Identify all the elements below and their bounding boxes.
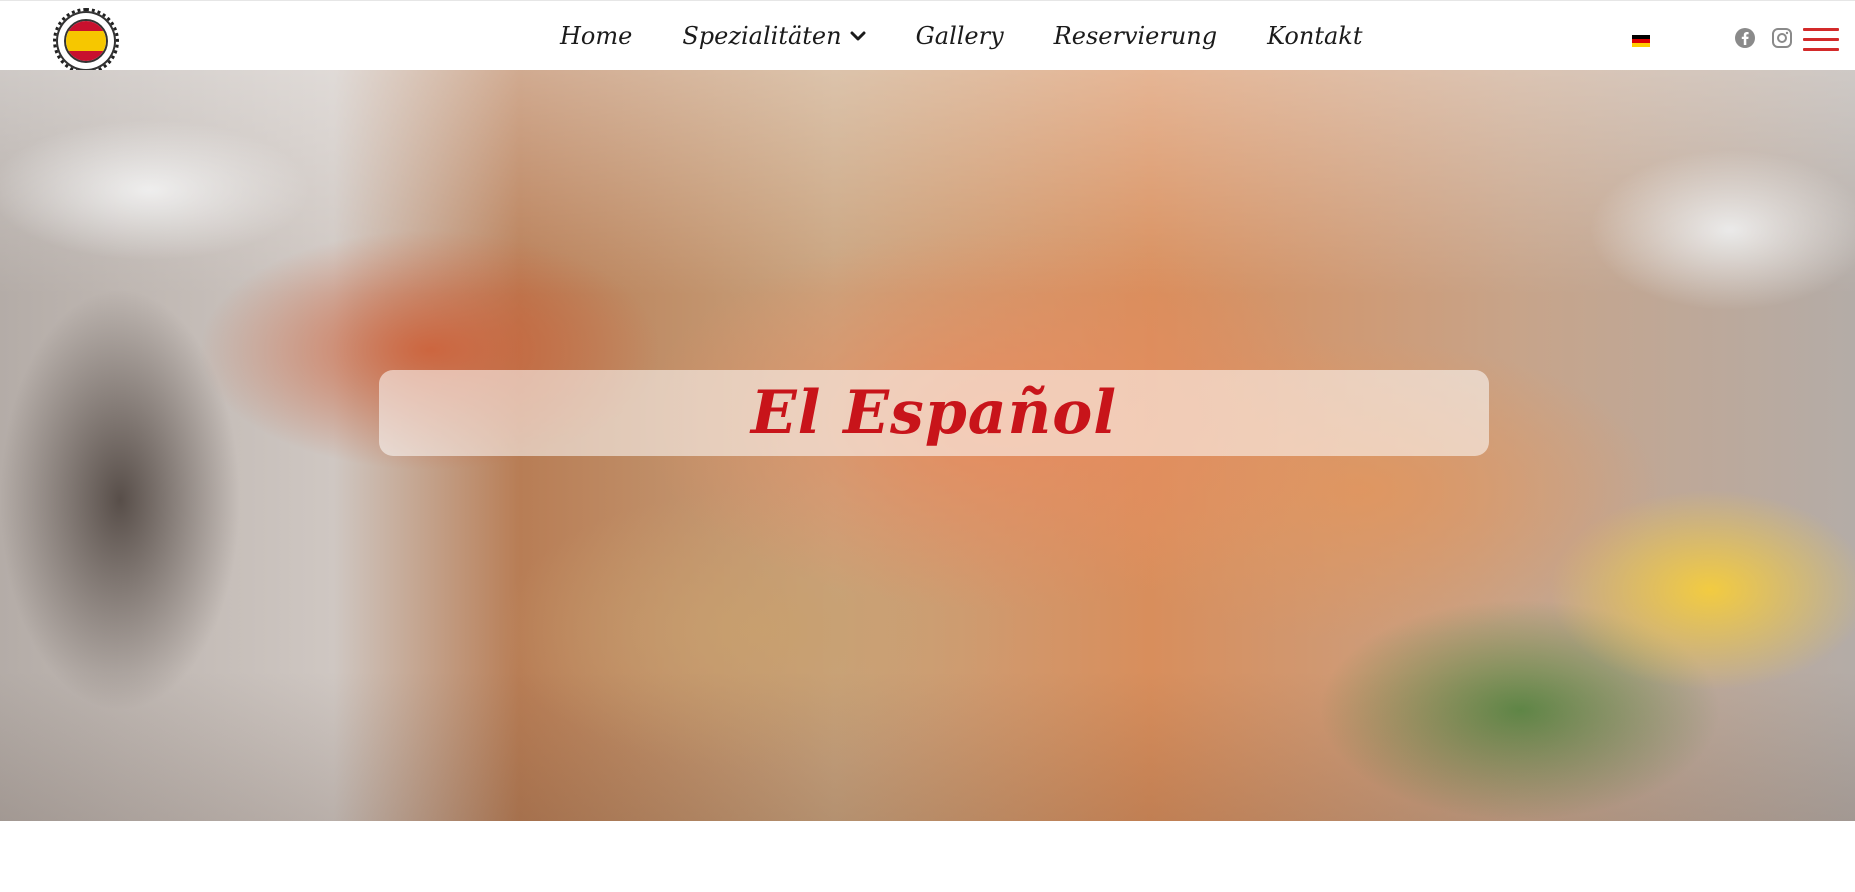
hero-banner: El Español [0,70,1855,821]
nav-spezialitaeten[interactable]: Spezialitäten [682,22,866,50]
nav-reservierung-label: Reservierung [1053,22,1218,50]
instagram-icon[interactable] [1771,27,1793,49]
restaurant-logo[interactable] [53,8,119,74]
hamburger-menu-icon[interactable] [1803,28,1839,52]
nav-gallery[interactable]: Gallery [916,22,1004,50]
chevron-down-icon [850,31,866,41]
nav-home-label: Home [560,22,633,50]
hero-title: El Español [750,378,1118,448]
site-header: Home Spezialitäten Gallery Reservierung … [0,0,1855,74]
nav-gallery-label: Gallery [915,22,1004,50]
spanish-flag-emblem-icon [64,19,108,63]
facebook-icon[interactable] [1734,27,1756,49]
main-navigation: Home Spezialitäten Gallery Reservierung … [560,1,1412,71]
nav-reservierung[interactable]: Reservierung [1054,22,1217,50]
hero-title-box: El Español [379,370,1489,456]
nav-spezialitaeten-label: Spezialitäten [682,22,842,50]
nav-kontakt-label: Kontakt [1267,22,1363,50]
nav-home[interactable]: Home [560,22,632,50]
german-flag-icon[interactable] [1632,35,1650,47]
nav-kontakt[interactable]: Kontakt [1267,22,1362,50]
